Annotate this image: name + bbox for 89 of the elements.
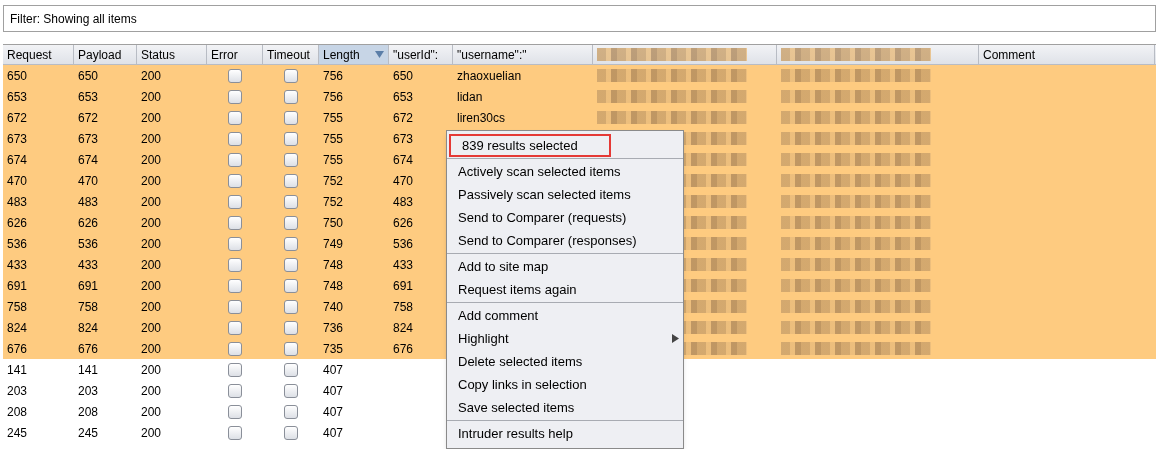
table-cell-text: 407 <box>323 424 344 442</box>
table-cell-text: 691 <box>393 277 414 295</box>
table-cell-text: 141 <box>7 361 28 379</box>
table-cell-text: 653 <box>7 88 28 106</box>
table-cell-text: 200 <box>141 340 162 358</box>
table-cell-text: 752 <box>323 172 344 190</box>
table-cell-text: 673 <box>78 130 99 148</box>
table-cell-text: 536 <box>78 235 99 253</box>
table-cell-text: 203 <box>78 382 99 400</box>
table-cell-text: liren30cs <box>457 109 506 127</box>
table-cell-text: 433 <box>393 256 414 274</box>
table-cell-text: 200 <box>141 235 162 253</box>
table-cell-text: 672 <box>393 109 414 127</box>
table-cell-text: 691 <box>78 277 99 295</box>
table-cell-text: 626 <box>78 214 99 232</box>
table-cell-text: 200 <box>141 298 162 316</box>
table-cell-text: 208 <box>78 403 99 421</box>
table-cell-text: 200 <box>141 214 162 232</box>
table-cell-text: 200 <box>141 67 162 85</box>
table-cell-text: 200 <box>141 130 162 148</box>
table-cell-text: 653 <box>78 88 99 106</box>
table-cell-text: 740 <box>323 298 344 316</box>
table-cell-text: 676 <box>393 340 414 358</box>
table-cell-text: 200 <box>141 403 162 421</box>
table-cell-text: 626 <box>7 214 28 232</box>
table-cell-text: 200 <box>141 382 162 400</box>
table-cell-text: 200 <box>141 256 162 274</box>
table-cell-text: 245 <box>7 424 28 442</box>
table-cell-text: 650 <box>7 67 28 85</box>
table-cell-text: 755 <box>323 151 344 169</box>
table-cell-text: 735 <box>323 340 344 358</box>
table-cell-text: 433 <box>78 256 99 274</box>
table-cell-text: 208 <box>7 403 28 421</box>
table-cell-text: zhaoxuelian <box>457 67 522 85</box>
table-cell-text: 736 <box>323 319 344 337</box>
table-cell-text: 676 <box>78 340 99 358</box>
table-cell-text: 755 <box>323 130 344 148</box>
table-cell-text: 676 <box>7 340 28 358</box>
table-cell-text: 433 <box>7 256 28 274</box>
table-cell-text: 407 <box>323 382 344 400</box>
table-cell-text: 470 <box>393 172 414 190</box>
table-cell-text: 245 <box>78 424 99 442</box>
table-cell-text: 674 <box>7 151 28 169</box>
table-cell-text: 672 <box>78 109 99 127</box>
table-cell-text: 200 <box>141 319 162 337</box>
table-cell-text: 200 <box>141 424 162 442</box>
table-cell-text: 200 <box>141 277 162 295</box>
table-cell-text: 407 <box>323 361 344 379</box>
table-cell-text: 650 <box>78 67 99 85</box>
table-cell-text: 200 <box>141 88 162 106</box>
table-cell-text: 200 <box>141 193 162 211</box>
table-cell-text: 470 <box>7 172 28 190</box>
table-cell-text: 672 <box>7 109 28 127</box>
table-cell-text: 536 <box>7 235 28 253</box>
table-cell-text: 674 <box>393 151 414 169</box>
table-cell-text: 483 <box>78 193 99 211</box>
table-cell-text: 407 <box>323 403 344 421</box>
table-cell-text: 200 <box>141 361 162 379</box>
table-cell-text: 824 <box>393 319 414 337</box>
table-cell-text: 749 <box>323 235 344 253</box>
table-cell-text: 758 <box>78 298 99 316</box>
table-cell-text: 752 <box>323 193 344 211</box>
table-cell-text: 748 <box>323 256 344 274</box>
table-cell-text: 653 <box>393 88 414 106</box>
table-cell-text: 483 <box>393 193 414 211</box>
table-cell-text: 650 <box>393 67 414 85</box>
table-cell-text: 626 <box>393 214 414 232</box>
table-cell-text: lidan <box>457 88 483 106</box>
table-cell-text: 200 <box>141 172 162 190</box>
table-cell-text: 755 <box>323 109 344 127</box>
table-cell-text: 141 <box>78 361 99 379</box>
table-cell-text: 748 <box>323 277 344 295</box>
table-cell-text: 200 <box>141 151 162 169</box>
table-cell-text: 673 <box>7 130 28 148</box>
table-cell-text: 758 <box>7 298 28 316</box>
table-cell-text: 470 <box>78 172 99 190</box>
table-cell-text: 203 <box>7 382 28 400</box>
table-cell-text: 673 <box>393 130 414 148</box>
table-cell-text: 674 <box>78 151 99 169</box>
table-cell-text: 536 <box>393 235 414 253</box>
table-cell-text: 691 <box>7 277 28 295</box>
table-cell-text: 756 <box>323 67 344 85</box>
table-cell-text: 483 <box>7 193 28 211</box>
table-cell-text: 824 <box>7 319 28 337</box>
table-cell-text: 200 <box>141 109 162 127</box>
table-cell-text: 756 <box>323 88 344 106</box>
table-cell-text: 750 <box>323 214 344 232</box>
table-cell-text: 758 <box>393 298 414 316</box>
table-cell-text: 824 <box>78 319 99 337</box>
